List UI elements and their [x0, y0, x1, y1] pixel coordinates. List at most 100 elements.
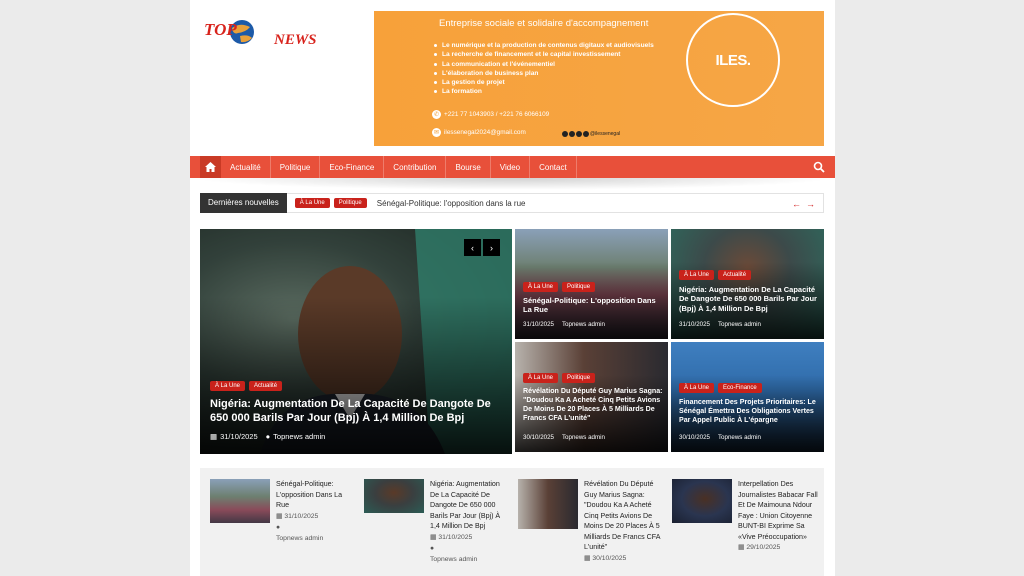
card-title[interactable]: Sénégal-Politique: L'opposition Dans La …: [523, 296, 663, 315]
post-date: 30/10/2025: [523, 434, 554, 441]
banner-title: Entreprise sociale et solidaire d'accomp…: [439, 18, 649, 29]
post-date-text: 30/10/2025: [592, 554, 627, 562]
card-meta: 30/10/2025 Topnews admin: [523, 434, 605, 441]
post-title[interactable]: Révélation Du Député Guy Marius Sagna: "…: [584, 479, 664, 553]
post-date: 31/10/2025: [220, 432, 258, 441]
post-title[interactable]: Nigéria: Augmentation De La Capacité De …: [430, 479, 510, 532]
nav-item-actualite[interactable]: Actualité: [221, 156, 271, 178]
category-tag[interactable]: Politique: [562, 373, 596, 383]
main-nav: Actualité Politique Eco-Finance Contribu…: [190, 156, 835, 178]
featured-main-meta: ▦ 31/10/2025 ● Topnews admin: [210, 432, 325, 441]
post-author[interactable]: Topnews admin: [276, 533, 356, 544]
linkedin-icon: [583, 131, 589, 137]
post-author[interactable]: Topnews admin: [562, 321, 605, 328]
featured-main-title[interactable]: Nigéria: Augmentation De La Capacité De …: [210, 398, 500, 426]
nav-item-contact[interactable]: Contact: [530, 156, 577, 178]
post-date: ▦ 30/10/2025: [584, 554, 627, 562]
post-author[interactable]: Topnews admin: [718, 434, 761, 441]
featured-main-tags: À La Une Actualité: [210, 381, 283, 391]
arrow-right-icon[interactable]: →: [806, 199, 815, 209]
news-ticker: Dernières nouvelles À La Une Politique S…: [200, 192, 824, 213]
post-author[interactable]: Topnews admin: [430, 554, 510, 565]
user-icon: ●: [265, 432, 271, 441]
calendar-icon: ▦: [210, 432, 218, 441]
post-title[interactable]: Interpellation Des Journalistes Babacar …: [738, 479, 818, 542]
card-tags: À La Une Politique: [523, 373, 596, 383]
home-icon[interactable]: [200, 156, 221, 178]
card-title[interactable]: Nigéria: Augmentation De La Capacité De …: [679, 285, 819, 313]
banner-social-handle: @ilessenegal: [590, 131, 621, 137]
category-tag[interactable]: À La Une: [679, 383, 715, 393]
ticker-headline[interactable]: Sénégal-Politique: l'opposition dans la …: [377, 199, 526, 208]
slider-prev-icon[interactable]: ‹: [464, 239, 481, 256]
featured-card[interactable]: À La Une Politique Révélation Du Député …: [515, 342, 668, 452]
ad-banner[interactable]: Entreprise sociale et solidaire d'accomp…: [374, 11, 824, 146]
category-tag[interactable]: À La Une: [210, 381, 246, 391]
user-icon: ●: [430, 544, 435, 552]
card-tags: À La Une Actualité: [679, 270, 752, 280]
nav-shadow: [190, 178, 835, 190]
banner-brand-logo: ILES.: [686, 13, 780, 107]
post-date-text: 29/10/2025: [746, 544, 781, 551]
ticker-tag[interactable]: À La Une: [294, 198, 330, 208]
category-tag[interactable]: À La Une: [523, 373, 559, 383]
email-icon: ✉: [432, 128, 441, 137]
post-date-text: 31/10/2025: [284, 512, 319, 520]
post-date: 31/10/2025: [523, 321, 554, 328]
post-date: 30/10/2025: [679, 434, 710, 441]
card-meta: 31/10/2025 Topnews admin: [523, 321, 605, 328]
nav-item-video[interactable]: Video: [491, 156, 531, 178]
featured-card[interactable]: À La Une Politique Sénégal-Politique: L'…: [515, 229, 668, 339]
nav-item-bourse[interactable]: Bourse: [446, 156, 491, 178]
featured-card[interactable]: À La Une Actualité Nigéria: Augmentation…: [671, 229, 824, 339]
card-meta: 31/10/2025 Topnews admin: [679, 321, 761, 328]
ticker-controls: ← →: [792, 199, 815, 209]
site-logo[interactable]: TOP NEWS: [202, 18, 352, 50]
post-author[interactable]: Topnews admin: [273, 432, 325, 441]
slider-next-icon[interactable]: ›: [483, 239, 500, 256]
category-tag[interactable]: À La Une: [523, 282, 559, 292]
banner-phone: ✆ +221 77 1043903 / +221 76 6066109: [432, 110, 549, 119]
post-author[interactable]: Topnews admin: [718, 321, 761, 328]
banner-service: Le numérique et la production de contenu…: [434, 41, 654, 50]
card-title[interactable]: Révélation Du Député Guy Marius Sagna: "…: [523, 387, 665, 422]
category-tag[interactable]: À La Une: [679, 270, 715, 280]
post-thumbnail[interactable]: [518, 479, 578, 529]
featured-main-overlay: [200, 296, 512, 454]
post-thumbnail[interactable]: [210, 479, 270, 523]
arrow-left-icon[interactable]: ←: [792, 199, 801, 209]
category-tag[interactable]: Eco-Finance: [718, 383, 762, 393]
post-date: 31/10/2025: [679, 321, 710, 328]
banner-service: L'élaboration de business plan: [434, 69, 654, 78]
ticker-tag[interactable]: Politique: [333, 198, 367, 208]
instagram-icon: [569, 131, 575, 137]
page: TOP NEWS Entreprise sociale et solidaire…: [190, 0, 835, 576]
featured-main[interactable]: ‹ › À La Une Actualité Nigéria: Augmenta…: [200, 229, 512, 454]
phone-icon: ✆: [432, 110, 441, 119]
banner-services: Le numérique et la production de contenu…: [434, 41, 654, 97]
post-title-block: Sénégal-Politique: L'opposition Dans La …: [276, 479, 356, 544]
latest-posts: Sénégal-Politique: L'opposition Dans La …: [200, 468, 824, 576]
post-thumbnail[interactable]: [672, 479, 732, 523]
card-title[interactable]: Financement Des Projets Prioritaires: Le…: [679, 398, 821, 425]
category-tag[interactable]: Actualité: [718, 270, 752, 280]
banner-email-text: ilessenegal2024@gmail.com: [444, 129, 526, 136]
post-date: ▦ 31/10/2025: [276, 512, 319, 520]
card-tags: À La Une Eco-Finance: [679, 383, 762, 393]
search-icon[interactable]: [813, 161, 825, 173]
category-tag[interactable]: Actualité: [249, 381, 283, 391]
post-thumbnail[interactable]: [364, 479, 424, 513]
logo-bottom-text: NEWS: [273, 32, 317, 48]
featured-card[interactable]: À La Une Eco-Finance Financement Des Pro…: [671, 342, 824, 452]
card-tags: À La Une Politique: [523, 282, 596, 292]
post-author[interactable]: Topnews admin: [562, 434, 605, 441]
post-title-block: Nigéria: Augmentation De La Capacité De …: [430, 479, 510, 565]
nav-item-politique[interactable]: Politique: [271, 156, 321, 178]
nav-item-contribution[interactable]: Contribution: [384, 156, 447, 178]
nav-item-eco-finance[interactable]: Eco-Finance: [320, 156, 385, 178]
post-title-block: Interpellation Des Journalistes Babacar …: [738, 479, 818, 553]
post-title[interactable]: Sénégal-Politique: L'opposition Dans La …: [276, 479, 356, 511]
banner-brand: ILES.: [715, 51, 751, 69]
category-tag[interactable]: Politique: [562, 282, 596, 292]
tiktok-icon: [576, 131, 582, 137]
